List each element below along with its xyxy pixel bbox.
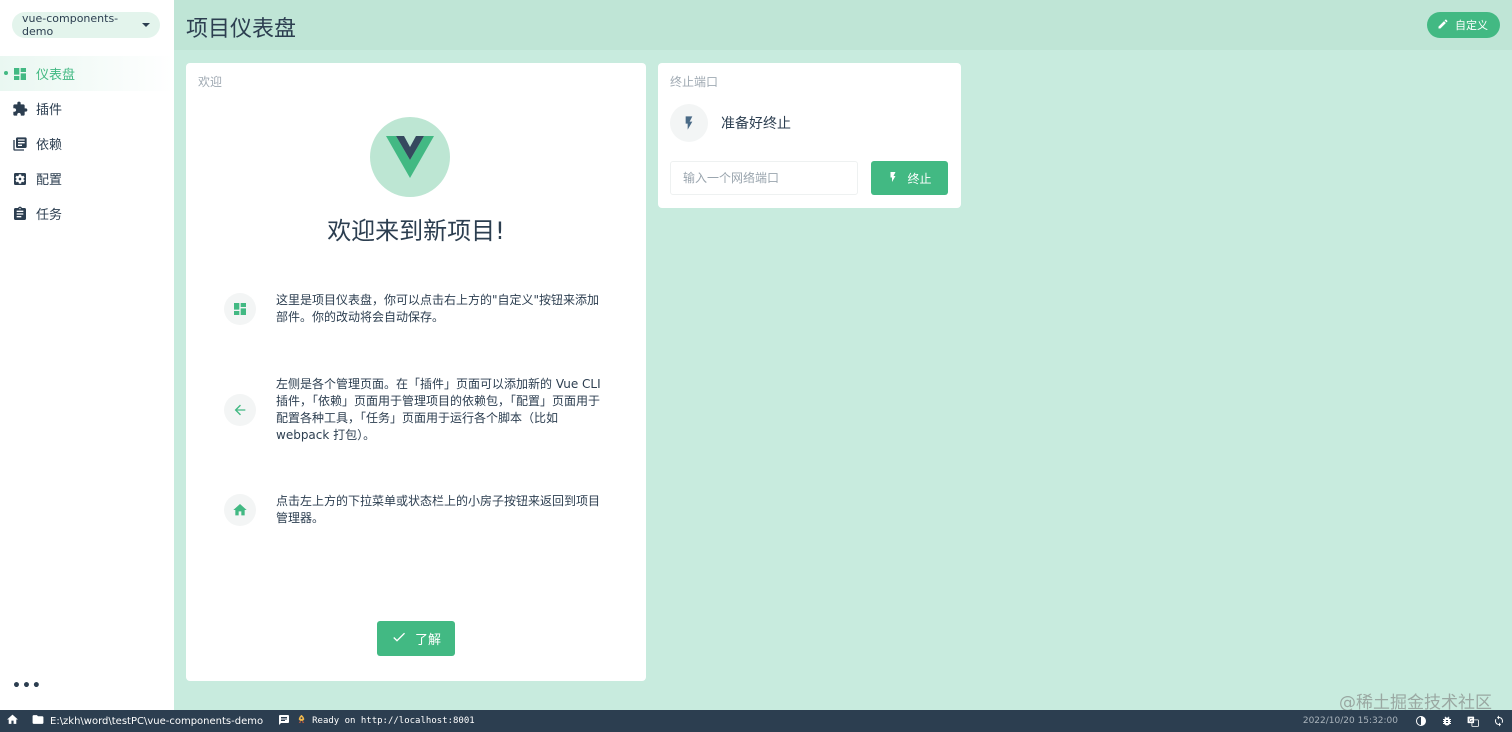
- tip-home: 点击左上方的下拉菜单或状态栏上的小房子按钮来返回到项目管理器。: [224, 493, 604, 527]
- console-log[interactable]: Ready on http://localhost:8001: [269, 710, 481, 732]
- contrast-icon: [1416, 716, 1426, 726]
- report-bug-button[interactable]: [1434, 710, 1460, 732]
- bug-icon: [1443, 716, 1451, 726]
- got-it-button[interactable]: 了解: [377, 621, 455, 656]
- project-path-text: E:\zkh\word\testPC\vue-components-demo: [50, 715, 264, 727]
- sidebar-item-tasks[interactable]: 任务: [0, 196, 174, 231]
- statusbar-right: 2022/10/20 15:32:00 G: [1293, 710, 1512, 732]
- status-bar: E:\zkh\word\testPC\vue-components-demo R…: [0, 710, 1512, 732]
- rocket-icon: [296, 714, 307, 728]
- svg-text:G: G: [1469, 718, 1473, 724]
- page-header: 项目仪表盘 自定义: [174, 0, 1512, 50]
- assignment-icon: [12, 206, 28, 222]
- project-select-dropdown[interactable]: vue-components-demo: [12, 12, 160, 38]
- dashboard-icon: [224, 293, 256, 325]
- active-indicator: [4, 71, 8, 75]
- home-icon: [224, 494, 256, 526]
- vue-logo-icon: [370, 117, 450, 197]
- folder-icon: [31, 713, 45, 729]
- dashboard-icon: [12, 66, 28, 82]
- translate-icon: G: [1467, 716, 1479, 727]
- sidebar-item-label: 依赖: [36, 138, 63, 153]
- welcome-heading: 欢迎来到新项目!: [327, 217, 505, 245]
- current-time: 2022/10/20 15:32:00: [1302, 716, 1398, 726]
- refresh-icon: [1495, 715, 1503, 727]
- kill-button[interactable]: 终止: [871, 161, 948, 195]
- widget-title: 终止端口: [670, 75, 719, 89]
- console-icon: [277, 714, 291, 729]
- home-button[interactable]: [0, 710, 25, 732]
- home-icon: [6, 713, 19, 729]
- tip-navigation: 左侧是各个管理页面。在「插件」页面可以添加新的 Vue CLI 插件，「依赖」页…: [224, 376, 604, 444]
- project-path[interactable]: E:\zkh\word\testPC\vue-components-demo: [25, 710, 269, 732]
- sidebar-nav: 仪表盘 插件 依赖 配置 任务: [0, 56, 174, 231]
- project-name: vue-components-demo: [22, 12, 119, 38]
- more-menu-button[interactable]: •••: [12, 678, 42, 694]
- sidebar: vue-components-demo 仪表盘 插件 依赖 配置 任务 •••: [0, 0, 174, 710]
- widget-title: 欢迎: [198, 75, 223, 89]
- settings-applications-icon: [12, 171, 28, 187]
- customize-label: 自定义: [1455, 19, 1488, 32]
- tip-text: 左侧是各个管理页面。在「插件」页面可以添加新的 Vue CLI 插件，「依赖」页…: [276, 377, 601, 442]
- tip-text: 点击左上方的下拉菜单或状态栏上的小房子按钮来返回到项目管理器。: [276, 494, 601, 525]
- flash-icon: [887, 169, 899, 188]
- kill-port-widget: 终止端口 准备好终止 终止: [658, 63, 961, 208]
- library-books-icon: [12, 136, 28, 152]
- puzzle-icon: [12, 101, 28, 117]
- sidebar-item-plugins[interactable]: 插件: [0, 91, 174, 126]
- tip-dashboard: 这里是项目仪表盘，你可以点击右上方的"自定义"按钮来添加部件。你的改动将会自动保…: [224, 292, 604, 326]
- sidebar-item-dashboard[interactable]: 仪表盘: [0, 56, 174, 91]
- edit-icon: [1437, 18, 1449, 33]
- status-text: 准备好终止: [721, 116, 791, 132]
- sidebar-item-label: 插件: [36, 103, 63, 118]
- page-title: 项目仪表盘: [186, 17, 297, 42]
- translate-button[interactable]: G: [1460, 710, 1486, 732]
- welcome-widget: 欢迎 欢迎来到新项目! 这里是项目仪表盘，你可以点击右上方的"自定义"按钮来添加…: [186, 63, 646, 681]
- arrow-back-icon: [224, 394, 256, 426]
- tip-text: 这里是项目仪表盘，你可以点击右上方的"自定义"按钮来添加部件。你的改动将会自动保…: [276, 293, 600, 324]
- caret-down-icon: [142, 23, 150, 27]
- got-it-label: 了解: [414, 633, 441, 648]
- kill-label: 终止: [907, 171, 932, 186]
- check-icon: [391, 629, 407, 649]
- flash-icon: [670, 104, 708, 142]
- sidebar-item-dependencies[interactable]: 依赖: [0, 126, 174, 161]
- dark-mode-toggle[interactable]: [1408, 710, 1434, 732]
- customize-button[interactable]: 自定义: [1427, 12, 1500, 38]
- refresh-button[interactable]: [1486, 710, 1512, 732]
- kill-port-status: 准备好终止: [670, 104, 791, 142]
- sidebar-item-configuration[interactable]: 配置: [0, 161, 174, 196]
- sidebar-item-label: 任务: [36, 208, 63, 223]
- port-input[interactable]: [670, 161, 858, 195]
- sidebar-item-label: 仪表盘: [36, 68, 76, 83]
- console-log-text: Ready on http://localhost:8001: [312, 716, 475, 726]
- sidebar-item-label: 配置: [36, 173, 63, 188]
